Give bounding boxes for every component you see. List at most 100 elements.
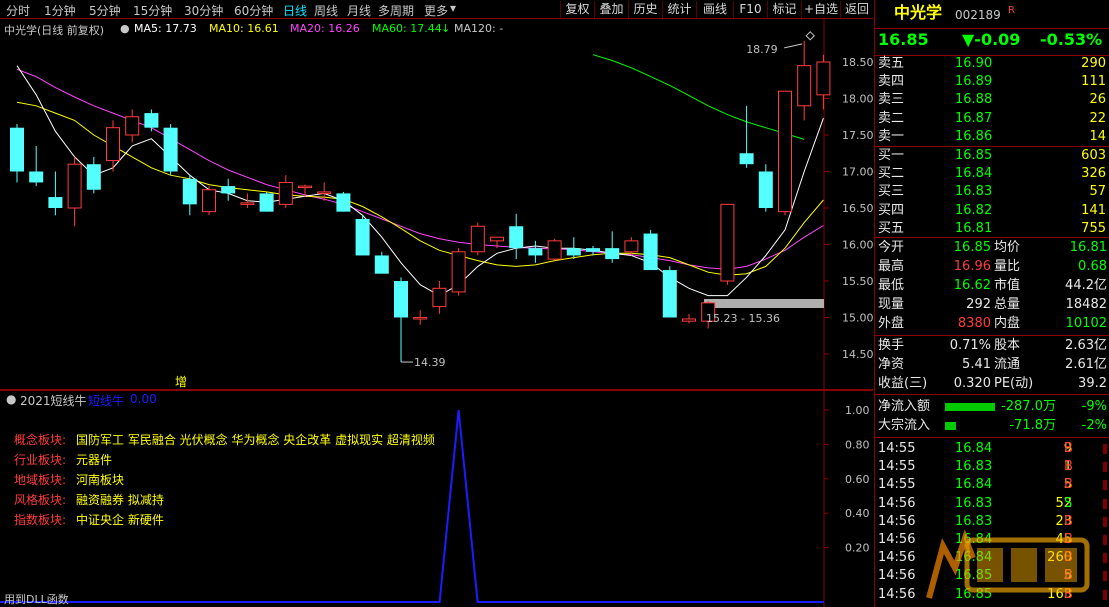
candle xyxy=(643,229,658,271)
stat-label: 今开 xyxy=(878,240,905,255)
order-book-row: 卖四 16.89 111 xyxy=(875,73,1109,91)
period-30min[interactable]: 30分钟 xyxy=(184,2,223,19)
stat-label: 净资 xyxy=(878,357,905,372)
mark-button[interactable]: 标记 xyxy=(767,1,801,18)
tick-marker xyxy=(1103,480,1107,491)
tick-time: 14:55 xyxy=(878,441,916,456)
tick-marker xyxy=(1103,516,1107,527)
candlestick-chart[interactable]: 18.50 18.00 17.50 17.00 16.50 16.00 15.50 15.00… xyxy=(0,19,873,390)
period-fenshi[interactable]: 分时 xyxy=(6,2,30,19)
range-label: 15.23 - 15.36 xyxy=(706,312,780,325)
stock-name: 中光学 xyxy=(894,3,943,22)
period-multi[interactable]: 多周期 xyxy=(378,2,414,19)
tick-time: 14:56 xyxy=(878,568,916,584)
period-toolbar: 分时 1分钟 5分钟 15分钟 30分钟 60分钟 日线 周线 月线 多周期 更… xyxy=(0,0,873,19)
add-watchlist-button[interactable]: +自选 xyxy=(801,1,840,18)
candle xyxy=(29,145,44,187)
stat-label: 总量 xyxy=(994,297,1021,312)
stat-row: 现量 292 总量 18482 xyxy=(875,296,1109,314)
indicator-value: 0.00 xyxy=(130,392,157,406)
candle xyxy=(355,215,370,256)
flow-label: 净流入额 xyxy=(878,399,931,414)
order-book-label: 买四 xyxy=(878,202,905,218)
order-book-volume: 141 xyxy=(1081,202,1106,218)
period-1min[interactable]: 1分钟 xyxy=(44,2,76,19)
period-weekly[interactable]: 周线 xyxy=(314,2,338,19)
candle xyxy=(413,310,428,325)
price-change: ▼-0.09 xyxy=(962,30,1021,49)
candle xyxy=(528,240,543,263)
ind-y-tick-label: 0.40 xyxy=(845,507,870,520)
trade-tick-row: 14:55 16.84 5 B xyxy=(875,476,1109,494)
history-button[interactable]: 历史 xyxy=(628,1,662,18)
stat-value: 16.96 xyxy=(953,259,991,274)
chevron-down-icon[interactable]: ▾ xyxy=(450,1,456,15)
period-monthly[interactable]: 月线 xyxy=(347,2,371,19)
period-15min[interactable]: 15分钟 xyxy=(133,2,172,19)
order-book-price: 16.83 xyxy=(955,184,993,200)
stat-value: 10102 xyxy=(1065,316,1107,331)
stat-label: 收益(三) xyxy=(878,376,928,391)
trade-tick-row: 14:55 16.84 9 B xyxy=(875,440,1109,458)
tick-marker xyxy=(1103,462,1107,473)
stat-value: 2.61亿 xyxy=(1065,357,1107,372)
ma20-line xyxy=(16,68,824,270)
statistics-button[interactable]: 统计 xyxy=(662,1,696,18)
order-book-row: 买二 16.84 326 xyxy=(875,165,1109,183)
order-book-price: 16.86 xyxy=(955,128,993,144)
candle xyxy=(144,109,159,132)
sector-info-label: 行业板块: xyxy=(14,453,67,467)
adjust-button[interactable]: 复权 xyxy=(560,1,594,18)
tick-direction: B xyxy=(1064,477,1073,493)
overlay-button[interactable]: 叠加 xyxy=(594,1,628,18)
candle xyxy=(394,277,408,363)
flow-bar xyxy=(945,403,995,411)
stat-row: 换手 0.71% 股本 2.63亿 xyxy=(875,337,1109,355)
candle xyxy=(125,109,140,143)
stat-value: 39.2 xyxy=(1078,376,1107,391)
tick-direction: S xyxy=(1064,495,1073,511)
y-tick-label: 15.00 xyxy=(842,312,873,325)
candle xyxy=(259,191,274,212)
flow-label: 大宗流入 xyxy=(878,418,931,433)
order-book-volume: 26 xyxy=(1089,92,1106,108)
stat-label: 换手 xyxy=(878,338,905,353)
candle xyxy=(624,237,639,256)
stat-label: 现量 xyxy=(878,297,905,312)
order-book-label: 买三 xyxy=(878,184,905,200)
low-price-label: 14.39 xyxy=(414,356,446,369)
order-book-volume: 14 xyxy=(1089,128,1106,144)
candle xyxy=(778,90,792,216)
candle xyxy=(10,124,24,183)
indicator-dot-icon[interactable]: ● xyxy=(6,392,16,406)
candle xyxy=(374,251,389,274)
order-book-price: 16.90 xyxy=(955,56,993,71)
order-book-label: 卖五 xyxy=(878,56,905,71)
stat-row: 净资 5.41 流通 2.61亿 xyxy=(875,356,1109,374)
sector-info-value: 融资融券 拟减持 xyxy=(76,493,164,507)
stat-value: 16.85 xyxy=(953,240,991,255)
draw-line-button[interactable]: 画线 xyxy=(696,1,733,18)
current-price: 16.85 xyxy=(878,30,929,49)
order-book-price: 16.81 xyxy=(955,220,993,236)
candle xyxy=(509,213,524,260)
period-5min[interactable]: 5分钟 xyxy=(89,2,121,19)
period-more[interactable]: 更多 xyxy=(424,2,448,19)
stat-value: 16.62 xyxy=(953,278,991,293)
capital-flow-row: 大宗流入 -71.8万 -2% xyxy=(875,417,1109,435)
flow-amount: -287.0万 xyxy=(1001,399,1056,414)
candle xyxy=(739,105,754,168)
tick-time: 14:55 xyxy=(878,459,916,475)
period-daily[interactable]: 日线 xyxy=(283,2,307,19)
stat-label: 流通 xyxy=(994,357,1021,372)
sector-info-label: 概念板块: xyxy=(14,433,67,447)
back-button[interactable]: 返回 xyxy=(840,1,873,18)
site-watermark-logo xyxy=(926,529,1090,599)
stat-label: 市值 xyxy=(994,278,1021,293)
flow-bar xyxy=(945,422,956,430)
f10-button[interactable]: F10 xyxy=(733,1,767,18)
period-60min[interactable]: 60分钟 xyxy=(234,2,273,19)
stat-row: 今开 16.85 均价 16.81 xyxy=(875,239,1109,257)
candle xyxy=(605,231,620,263)
quote-panel: 中光学 002189 R 16.85 ▼-0.09 -0.53% 卖五 16.90… xyxy=(874,0,1109,607)
